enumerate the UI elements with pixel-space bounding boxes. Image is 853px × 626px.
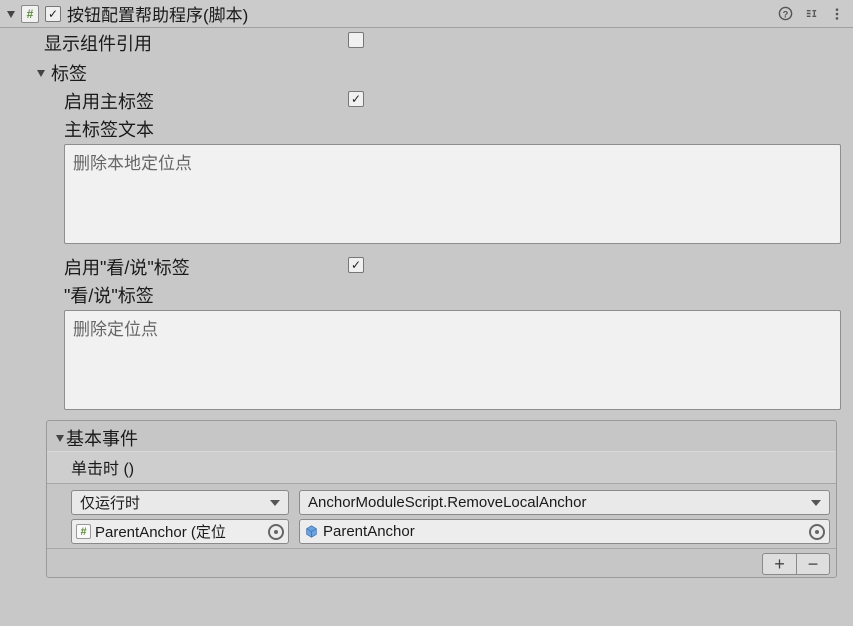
target-object-field[interactable]: # ParentAnchor (定位 <box>71 519 289 544</box>
seesay-label-row: "看/说"标签 <box>16 280 845 308</box>
enable-main-checkbox[interactable] <box>348 91 364 107</box>
show-refs-label: 显示组件引用 <box>16 30 346 56</box>
svg-text:?: ? <box>782 9 788 19</box>
object-picker-icon[interactable] <box>809 524 825 540</box>
function-dropdown[interactable]: AnchorModuleScript.RemoveLocalAnchor <box>299 490 830 515</box>
script-mini-icon: # <box>76 524 91 539</box>
preset-icon[interactable] <box>801 4 821 24</box>
events-foldout[interactable] <box>53 432 66 445</box>
main-text-label: 主标签文本 <box>16 116 346 142</box>
function-value: AnchorModuleScript.RemoveLocalAnchor <box>308 494 586 511</box>
main-text-input[interactable]: 删除本地定位点 <box>64 144 841 244</box>
target-object-value: ParentAnchor (定位 <box>95 521 226 542</box>
main-text-label-row: 主标签文本 <box>16 114 845 142</box>
gameobject-icon <box>304 524 319 539</box>
labels-section-title: 标签 <box>51 60 87 86</box>
argument-object-value: ParentAnchor <box>323 523 415 540</box>
enable-main-row: 启用主标签 <box>16 86 845 114</box>
show-refs-row: 显示组件引用 <box>16 28 845 56</box>
component-enabled-checkbox[interactable] <box>45 6 61 22</box>
event-entry: 仅运行时 # ParentAnchor (定位 AnchorModuleScri… <box>47 484 836 549</box>
add-listener-button[interactable]: + <box>762 553 796 575</box>
labels-foldout[interactable] <box>34 67 47 80</box>
show-refs-checkbox[interactable] <box>348 32 364 48</box>
seesay-text-input[interactable]: 删除定位点 <box>64 310 841 410</box>
component-title: 按钮配置帮助程序(脚本) <box>67 1 248 26</box>
runtime-mode-value: 仅运行时 <box>80 492 140 513</box>
enable-seesay-row: 启用"看/说"标签 <box>16 252 845 280</box>
kebab-menu-icon[interactable] <box>827 4 847 24</box>
argument-object-field[interactable]: ParentAnchor <box>299 519 830 544</box>
labels-section-header[interactable]: 标签 <box>16 60 845 86</box>
object-picker-icon[interactable] <box>268 524 284 540</box>
enable-seesay-checkbox[interactable] <box>348 257 364 273</box>
runtime-mode-dropdown[interactable]: 仅运行时 <box>71 490 289 515</box>
seesay-label: "看/说"标签 <box>16 282 346 308</box>
component-header: # 按钮配置帮助程序(脚本) ? <box>0 0 853 28</box>
component-foldout[interactable] <box>4 7 17 20</box>
event-list-footer: + − <box>47 549 836 577</box>
onclick-header: 单击时 () <box>47 451 836 484</box>
help-icon[interactable]: ? <box>775 4 795 24</box>
enable-seesay-label: 启用"看/说"标签 <box>16 254 346 280</box>
events-panel: 基本事件 单击时 () 仅运行时 # ParentAnchor (定位 Anch… <box>46 420 837 578</box>
remove-listener-button[interactable]: − <box>796 553 830 575</box>
events-section-header[interactable]: 基本事件 <box>47 421 836 451</box>
script-icon: # <box>21 5 39 23</box>
component-body: 显示组件引用 标签 启用主标签 主标签文本 删除本地定位点 启用"看/说"标签 … <box>0 28 853 578</box>
events-title: 基本事件 <box>66 425 138 451</box>
enable-main-label: 启用主标签 <box>16 88 346 114</box>
